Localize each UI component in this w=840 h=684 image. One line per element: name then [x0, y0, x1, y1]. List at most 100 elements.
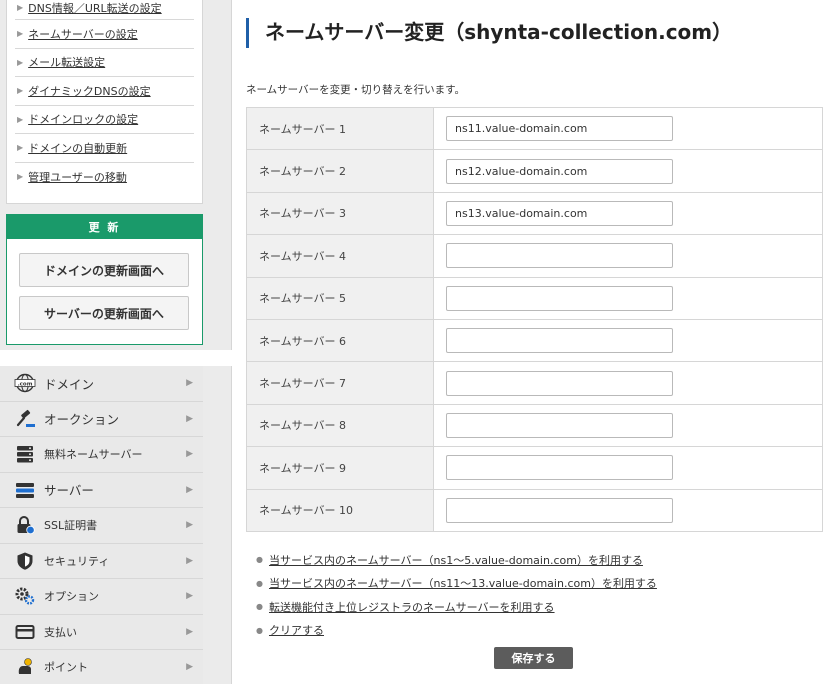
nameserver-value-cell [433, 234, 823, 278]
bullet-icon: ● [256, 555, 263, 565]
nav-item-payment[interactable]: 支払い ▶ [0, 614, 203, 650]
nameserver-row: ネームサーバー 6 [246, 319, 823, 363]
card-icon [14, 622, 36, 642]
bullet-icon: ● [256, 578, 263, 588]
chevron-right-icon: ▶ [17, 57, 24, 67]
submenu-item-ddns[interactable]: ▶ ダイナミックDNSの設定 [15, 77, 194, 106]
submenu-item-dns[interactable]: ▶ DNS情報／URL転送の設定 [15, 0, 194, 20]
nav-item-security[interactable]: セキュリティ ▶ [0, 543, 203, 579]
nav-item-label: オークション [44, 412, 120, 428]
nameserver-input-8[interactable] [446, 412, 673, 438]
nameserver-input-6[interactable] [446, 328, 673, 354]
nameserver-label: ネームサーバー 9 [246, 446, 434, 490]
page-description: ネームサーバーを変更・切り替えを行います。 [246, 84, 466, 96]
nav-item-options[interactable]: オプション ▶ [0, 579, 203, 615]
main-nav: .com ドメイン ▶ オークション ▶ 無料ネームサーバー ▶ サーバー ▶ [0, 366, 203, 684]
chevron-right-icon: ▶ [17, 29, 24, 39]
nameserver-input-4[interactable] [446, 243, 673, 269]
nav-item-label: ドメイン [44, 376, 95, 392]
nav-item-points[interactable]: ポイント ▶ [0, 650, 203, 684]
nav-item-label: ポイント [44, 661, 88, 675]
nameserver-input-9[interactable] [446, 455, 673, 481]
nameserver-value-cell [433, 192, 823, 236]
chevron-right-icon: ▶ [17, 114, 24, 124]
nameserver-input-5[interactable] [446, 285, 673, 311]
chevron-right-icon: ▶ [17, 86, 24, 96]
chevron-right-icon: ▶ [186, 520, 193, 531]
left-sidebar: ▶ DNS情報／URL転送の設定 ▶ ネームサーバーの設定 ▶ メール転送設定 … [0, 0, 232, 684]
chevron-right-icon: ▶ [186, 449, 193, 460]
server-renew-button[interactable]: サーバーの更新画面へ [19, 296, 189, 330]
auction-gavel-icon [14, 409, 36, 429]
submenu-item-auto-renew[interactable]: ▶ ドメインの自動更新 [15, 134, 194, 163]
link-item-registrar[interactable]: ● 転送機能付き上位レジストラのネームサーバーを利用する [256, 595, 657, 619]
svg-text:.com: .com [18, 382, 33, 388]
nameserver-row: ネームサーバー 9 [246, 446, 823, 490]
chevron-right-icon: ▶ [17, 3, 24, 12]
nameserver-value-cell [433, 107, 823, 151]
nav-item-label: オプション [44, 590, 99, 604]
nameserver-row: ネームサーバー 1 [246, 107, 823, 151]
nav-item-label: 無料ネームサーバー [44, 448, 143, 462]
nameserver-row: ネームサーバー 8 [246, 404, 823, 448]
preset-links: ● 当サービス内のネームサーバー（ns1〜5.value-domain.com）… [256, 548, 657, 642]
sidebar-spacer [0, 350, 232, 366]
bullet-icon: ● [256, 625, 263, 635]
submenu-item-transfer-user[interactable]: ▶ 管理ユーザーの移動 [15, 163, 194, 192]
submenu-item-domain-lock[interactable]: ▶ ドメインロックの設定 [15, 106, 194, 134]
nav-item-label: SSL証明書 [44, 519, 98, 533]
page-title: ネームサーバー変更（shynta-collection.com） [246, 18, 732, 48]
link-item-ns11-13[interactable]: ● 当サービス内のネームサーバー（ns11〜13.value-domain.co… [256, 572, 657, 596]
submenu-item-label[interactable]: ダイナミックDNSの設定 [28, 83, 150, 99]
nameserver-row: ネームサーバー 5 [246, 277, 823, 320]
link-clear[interactable]: クリアする [269, 622, 324, 638]
nameserver-input-1[interactable] [446, 116, 673, 142]
link-use-ns11-13[interactable]: 当サービス内のネームサーバー（ns11〜13.value-domain.com）… [269, 575, 657, 591]
link-item-clear[interactable]: ● クリアする [256, 619, 657, 643]
nav-item-free-nameserver[interactable]: 無料ネームサーバー ▶ [0, 437, 203, 473]
submenu-item-label[interactable]: ドメインの自動更新 [28, 140, 127, 156]
submenu-item-nameserver[interactable]: ▶ ネームサーバーの設定 [15, 20, 194, 49]
nameserver-value-cell [433, 319, 823, 363]
chevron-right-icon: ▶ [186, 484, 193, 495]
nameserver-label: ネームサーバー 10 [246, 489, 434, 532]
domain-renew-button[interactable]: ドメインの更新画面へ [19, 253, 189, 287]
nameserver-input-2[interactable] [446, 158, 673, 184]
bullet-icon: ● [256, 602, 263, 612]
link-use-registrar-nameserver[interactable]: 転送機能付き上位レジストラのネームサーバーを利用する [269, 599, 555, 615]
nameserver-input-7[interactable] [446, 370, 673, 396]
nameserver-value-cell [433, 361, 823, 405]
submenu-item-label[interactable]: メール転送設定 [28, 54, 105, 70]
chevron-right-icon: ▶ [186, 555, 193, 566]
nameserver-value-cell [433, 149, 823, 193]
submenu-item-mail-forward[interactable]: ▶ メール転送設定 [15, 49, 194, 77]
chevron-right-icon: ▶ [186, 413, 193, 424]
nav-item-label: セキュリティ [44, 554, 110, 568]
nameserver-row: ネームサーバー 4 [246, 234, 823, 278]
nameserver-label: ネームサーバー 7 [246, 361, 434, 405]
submenu-item-label[interactable]: DNS情報／URL転送の設定 [28, 0, 162, 16]
domain-submenu: ▶ DNS情報／URL転送の設定 ▶ ネームサーバーの設定 ▶ メール転送設定 … [6, 0, 203, 204]
server-icon [14, 480, 36, 500]
save-button[interactable]: 保存する [494, 647, 573, 669]
nav-item-auction[interactable]: オークション ▶ [0, 401, 203, 437]
nav-item-domain[interactable]: .com ドメイン ▶ [0, 366, 203, 402]
nav-item-ssl[interactable]: SSL証明書 ▶ [0, 508, 203, 544]
nav-item-label: サーバー [44, 483, 94, 499]
nameserver-label: ネームサーバー 2 [246, 149, 434, 193]
submenu-item-label[interactable]: ネームサーバーの設定 [28, 26, 138, 42]
chevron-right-icon: ▶ [17, 172, 24, 182]
nameserver-input-3[interactable] [446, 200, 673, 226]
chevron-right-icon: ▶ [186, 626, 193, 637]
nameserver-input-10[interactable] [446, 497, 673, 523]
renew-panel-title: 更 新 [7, 215, 202, 239]
nameserver-row: ネームサーバー 10 [246, 489, 823, 532]
submenu-item-label[interactable]: ドメインロックの設定 [28, 111, 138, 127]
submenu-item-label[interactable]: 管理ユーザーの移動 [28, 169, 127, 185]
nameserver-label: ネームサーバー 1 [246, 107, 434, 151]
link-item-ns1-5[interactable]: ● 当サービス内のネームサーバー（ns1〜5.value-domain.com）… [256, 548, 657, 572]
points-icon [14, 657, 36, 677]
link-use-ns1-5[interactable]: 当サービス内のネームサーバー（ns1〜5.value-domain.com）を利… [269, 552, 643, 568]
nav-item-server[interactable]: サーバー ▶ [0, 472, 203, 508]
nameserver-value-cell [433, 277, 823, 320]
